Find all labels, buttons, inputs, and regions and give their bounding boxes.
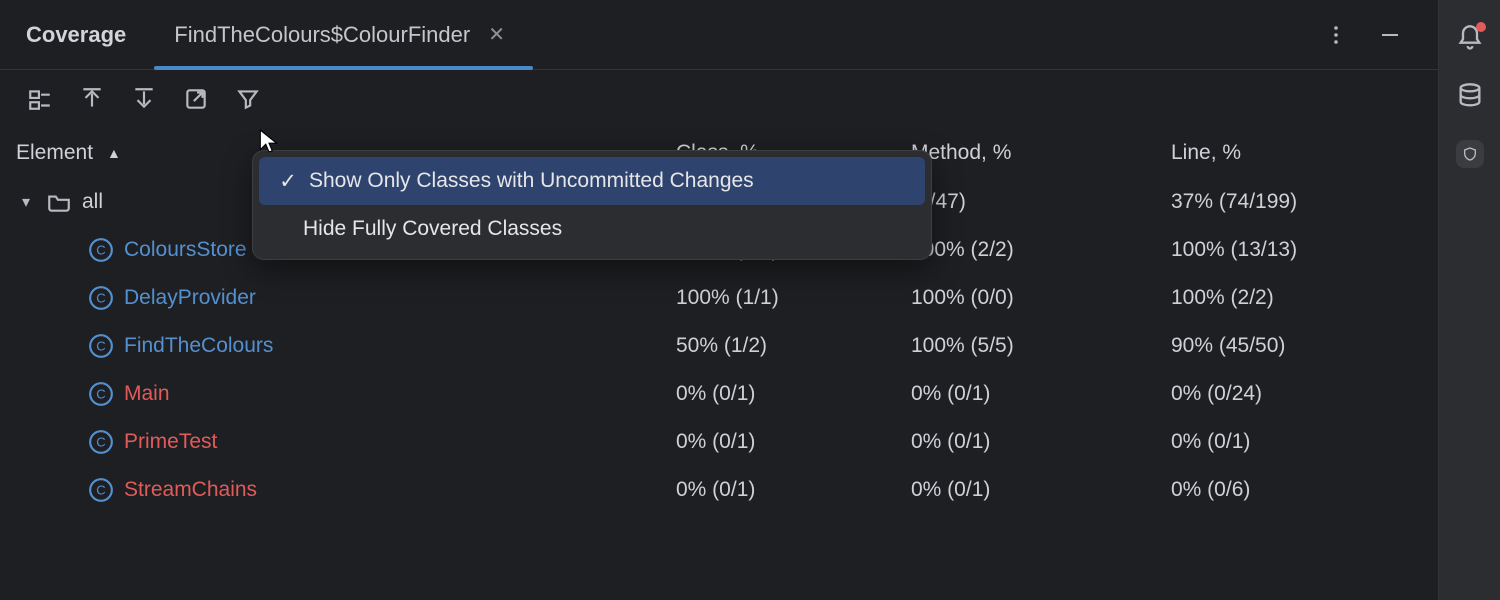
line-pct: 0% (0/1) bbox=[1171, 430, 1438, 454]
navigate-down-icon[interactable] bbox=[130, 85, 158, 113]
table-row[interactable]: C StreamChains 0% (0/1) 0% (0/1) 0% (0/6… bbox=[0, 466, 1438, 514]
flatten-packages-icon[interactable] bbox=[26, 85, 54, 113]
filter-menu-item[interactable]: ✓ Show Only Classes with Uncommitted Cha… bbox=[259, 157, 925, 205]
right-tool-rail bbox=[1438, 0, 1500, 600]
class-name: StreamChains bbox=[124, 478, 257, 502]
class-icon: C bbox=[88, 333, 114, 359]
tab-coverage-run[interactable]: FindTheColours$ColourFinder ✕ bbox=[164, 0, 515, 69]
svg-text:C: C bbox=[96, 434, 105, 449]
table-row[interactable]: C DelayProvider 100% (1/1) 100% (0/0) 10… bbox=[0, 274, 1438, 322]
column-method[interactable]: Method, % bbox=[911, 141, 1171, 165]
filter-popup: ✓ Show Only Classes with Uncommitted Cha… bbox=[252, 150, 932, 260]
line-pct: 0% (0/6) bbox=[1171, 478, 1438, 502]
class-name: FindTheColours bbox=[124, 334, 273, 358]
svg-text:C: C bbox=[96, 242, 105, 257]
class-icon: C bbox=[88, 285, 114, 311]
table-row[interactable]: C Main 0% (0/1) 0% (0/1) 0% (0/24) bbox=[0, 370, 1438, 418]
notifications-icon[interactable] bbox=[1456, 24, 1484, 52]
menu-item-label: Hide Fully Covered Classes bbox=[303, 217, 562, 241]
class-icon: C bbox=[88, 237, 114, 263]
database-icon[interactable] bbox=[1456, 82, 1484, 110]
more-icon[interactable] bbox=[1322, 21, 1350, 49]
svg-text:C: C bbox=[96, 290, 105, 305]
method-pct: 100% (2/2) bbox=[911, 238, 1171, 262]
method-pct: 100% (5/5) bbox=[911, 334, 1171, 358]
table-row[interactable]: C FindTheColours 50% (1/2) 100% (5/5) 90… bbox=[0, 322, 1438, 370]
close-icon[interactable]: ✕ bbox=[488, 25, 505, 45]
check-icon: ✓ bbox=[277, 169, 299, 194]
class-pct: 100% (1/1) bbox=[676, 286, 911, 310]
sort-asc-icon: ▲ bbox=[107, 145, 121, 161]
class-name: Main bbox=[124, 382, 170, 406]
shield-icon[interactable] bbox=[1456, 140, 1484, 168]
line-pct: 90% (45/50) bbox=[1171, 334, 1438, 358]
class-name: PrimeTest bbox=[124, 430, 217, 454]
class-name: ColoursStore bbox=[124, 238, 247, 262]
menu-item-label: Show Only Classes with Uncommitted Chang… bbox=[309, 169, 754, 193]
tree-root-label: all bbox=[82, 190, 103, 214]
chevron-down-icon[interactable]: ▾ bbox=[16, 192, 36, 212]
navigate-up-icon[interactable] bbox=[78, 85, 106, 113]
class-pct: 0% (0/1) bbox=[676, 478, 911, 502]
line-pct: 100% (2/2) bbox=[1171, 286, 1438, 310]
method-pct: 0% (0/1) bbox=[911, 478, 1171, 502]
root-line: 37% (74/199) bbox=[1171, 190, 1438, 214]
class-pct: 50% (1/2) bbox=[676, 334, 911, 358]
class-icon: C bbox=[88, 477, 114, 503]
class-pct: 0% (0/1) bbox=[676, 430, 911, 454]
filter-menu-item[interactable]: Hide Fully Covered Classes bbox=[253, 205, 931, 253]
filter-icon[interactable] bbox=[234, 85, 262, 113]
method-pct: 0% (0/1) bbox=[911, 430, 1171, 454]
table-row[interactable]: C PrimeTest 0% (0/1) 0% (0/1) 0% (0/1) bbox=[0, 418, 1438, 466]
class-icon: C bbox=[88, 381, 114, 407]
export-icon[interactable] bbox=[182, 85, 210, 113]
line-pct: 100% (13/13) bbox=[1171, 238, 1438, 262]
class-icon: C bbox=[88, 429, 114, 455]
class-name: DelayProvider bbox=[124, 286, 256, 310]
line-pct: 0% (0/24) bbox=[1171, 382, 1438, 406]
method-pct: 0% (0/1) bbox=[911, 382, 1171, 406]
svg-text:C: C bbox=[96, 338, 105, 353]
panel-title: Coverage bbox=[26, 22, 126, 48]
coverage-toolbar bbox=[0, 70, 1438, 128]
root-method: (8/47) bbox=[911, 190, 1171, 214]
column-line[interactable]: Line, % bbox=[1171, 141, 1438, 165]
notification-dot bbox=[1476, 22, 1486, 32]
titlebar: Coverage FindTheColours$ColourFinder ✕ bbox=[0, 0, 1438, 70]
folder-icon bbox=[46, 189, 72, 215]
class-pct: 0% (0/1) bbox=[676, 382, 911, 406]
svg-text:C: C bbox=[96, 482, 105, 497]
tab-label: FindTheColours$ColourFinder bbox=[174, 22, 470, 48]
method-pct: 100% (0/0) bbox=[911, 286, 1171, 310]
minimize-icon[interactable] bbox=[1376, 21, 1404, 49]
svg-text:C: C bbox=[96, 386, 105, 401]
